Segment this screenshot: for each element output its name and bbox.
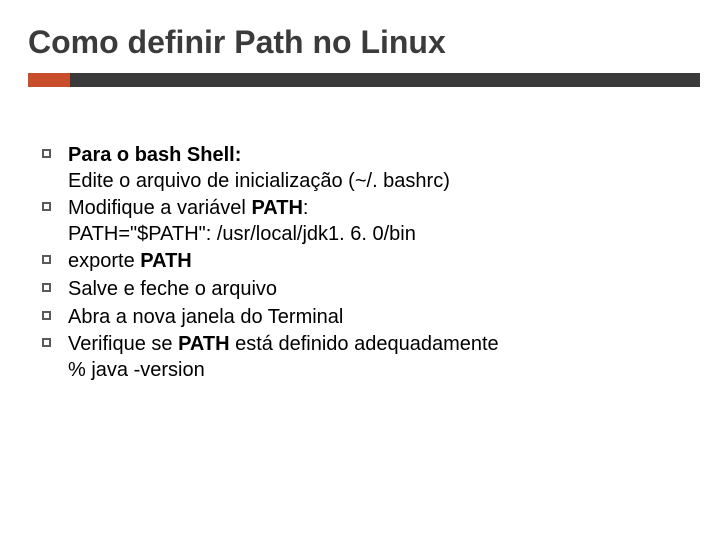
text-line: Salve e feche o arquivo — [68, 278, 277, 300]
bullet-icon — [42, 311, 51, 320]
slide-title: Como definir Path no Linux — [28, 24, 700, 61]
list-item: Salve e feche o arquivo — [30, 277, 700, 303]
list-item-text: Salve e feche o arquivo — [68, 277, 700, 303]
text-bold: Para o bash Shell: — [68, 144, 241, 166]
text-bold: PATH — [178, 333, 229, 355]
text-line: Modifique a variável — [68, 197, 251, 219]
bullet-list: Para o bash Shell: Edite o arquivo de in… — [30, 143, 700, 383]
bullet-icon — [42, 202, 51, 211]
list-item-text: Modifique a variável PATH: PATH="$PATH":… — [68, 196, 700, 247]
bullet-icon — [42, 255, 51, 264]
list-item: Verifique se PATH está definido adequada… — [30, 332, 700, 383]
underline-main — [70, 73, 700, 87]
bullet-icon — [42, 283, 51, 292]
text-line: Verifique se — [68, 333, 178, 355]
list-item-text: exporte PATH — [68, 249, 700, 275]
text-line: : — [303, 197, 309, 219]
title-underline — [28, 73, 700, 87]
text-line: % java -version — [68, 359, 205, 381]
text-line: exporte — [68, 250, 140, 272]
list-item-text: Verifique se PATH está definido adequada… — [68, 332, 700, 383]
content-area: Para o bash Shell: Edite o arquivo de in… — [28, 143, 700, 383]
text-line: Edite o arquivo de inicialização (~/. ba… — [68, 170, 450, 192]
text-line: Abra a nova janela do Terminal — [68, 306, 343, 328]
list-item-text: Abra a nova janela do Terminal — [68, 305, 700, 331]
list-item: exporte PATH — [30, 249, 700, 275]
list-item-text: Para o bash Shell: Edite o arquivo de in… — [68, 143, 700, 194]
slide: Como definir Path no Linux Para o bash S… — [0, 0, 720, 540]
bullet-icon — [42, 338, 51, 347]
bullet-icon — [42, 149, 51, 158]
underline-accent — [28, 73, 70, 87]
text-line: está definido adequadamente — [230, 333, 499, 355]
text-bold: PATH — [140, 250, 191, 272]
text-bold: PATH — [251, 197, 302, 219]
list-item: Modifique a variável PATH: PATH="$PATH":… — [30, 196, 700, 247]
text-line: PATH="$PATH": /usr/local/jdk1. 6. 0/bin — [68, 223, 416, 245]
list-item: Para o bash Shell: Edite o arquivo de in… — [30, 143, 700, 194]
list-item: Abra a nova janela do Terminal — [30, 305, 700, 331]
